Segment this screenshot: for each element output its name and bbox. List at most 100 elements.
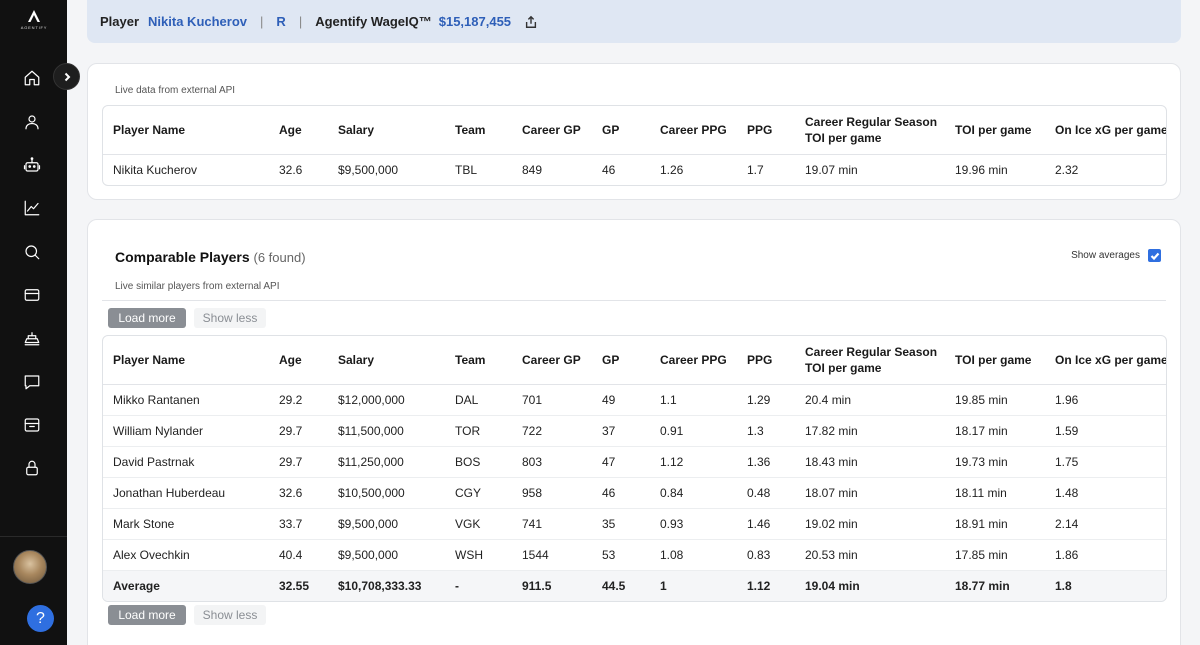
- column-header-player-name[interactable]: Player Name: [103, 336, 269, 385]
- column-header-toi[interactable]: TOI per game: [945, 106, 1045, 155]
- column-header-career-ppg[interactable]: Career PPG: [650, 336, 737, 385]
- load-more-button[interactable]: Load more: [108, 605, 186, 625]
- player-name-link[interactable]: Nikita Kucherov: [148, 14, 247, 29]
- cell-gp: 47: [592, 446, 650, 478]
- cell-career-gp: 722: [512, 415, 592, 447]
- cell-career-gp: 849: [522, 162, 543, 177]
- column-header-career-toi[interactable]: Career Regular Season TOI per game: [795, 106, 945, 155]
- average-row: Average 32.55 $10,708,333.33-911.5 44.5 1 1.1…: [103, 570, 1166, 601]
- brand-logo-text: AGENTIFY: [20, 25, 48, 30]
- show-less-button[interactable]: Show less: [194, 308, 266, 328]
- player-position[interactable]: R: [276, 14, 285, 29]
- sidebar-collapse-button[interactable]: [53, 63, 80, 90]
- pagination-controls-top: Load more Show less: [108, 308, 266, 328]
- ship-icon[interactable]: [21, 327, 43, 349]
- cell-on-ice-xg: 1.48: [1045, 477, 1166, 509]
- column-header-career-gp[interactable]: Career GP: [512, 106, 592, 155]
- player-data-card: Live data from external API Player Name A…: [87, 63, 1181, 200]
- column-header-career-gp[interactable]: Career GP: [512, 336, 592, 385]
- cell-salary: $9,500,000: [328, 539, 445, 571]
- column-header-ppg[interactable]: PPG: [737, 106, 795, 155]
- column-header-on-ice-xg[interactable]: On Ice xG per game: [1045, 106, 1166, 155]
- column-header-career-toi[interactable]: Career Regular Season TOI per game: [795, 336, 945, 385]
- credit-card-icon[interactable]: [21, 284, 43, 306]
- cell-player-name: Nikita Kucherov: [113, 162, 198, 177]
- checkmark-icon: [1150, 252, 1159, 260]
- pagination-controls-bottom: Load more Show less: [108, 605, 266, 625]
- cell-toi: 19.85 min: [945, 384, 1045, 416]
- cell-player-name: Mikko Rantanen: [103, 384, 269, 416]
- header-separator: |: [298, 14, 303, 29]
- cell-on-ice-xg: 1.96: [1045, 384, 1166, 416]
- lock-icon[interactable]: [21, 457, 43, 479]
- cell-gp: 49: [592, 384, 650, 416]
- cell-career-toi: 20.53 min: [795, 539, 945, 571]
- comparables-title-group: Comparable Players (6 found): [115, 249, 306, 265]
- player-header: Player Nikita Kucherov | R | Agentify Wa…: [87, 0, 1181, 43]
- chat-icon[interactable]: [21, 371, 43, 393]
- robot-icon[interactable]: [21, 154, 43, 176]
- cell-player-name: David Pastrnak: [103, 446, 269, 478]
- table-row[interactable]: Jonathan Huberdeau 32.6 $10,500,000 CGY 958 4…: [103, 477, 1166, 509]
- cell-salary: $12,000,000: [328, 384, 445, 416]
- cell-ppg: 1.36: [737, 446, 795, 478]
- average-cell-player-name: Average: [103, 570, 269, 601]
- user-icon[interactable]: [21, 111, 43, 133]
- column-header-on-ice-xg[interactable]: On Ice xG per game: [1045, 336, 1166, 385]
- cell-toi: 18.91 min: [945, 508, 1045, 540]
- cell-on-ice-xg: 1.75: [1045, 446, 1166, 478]
- cell-career-toi: 19.07 min: [805, 162, 858, 177]
- show-less-button[interactable]: Show less: [194, 605, 266, 625]
- table-row[interactable]: Mikko Rantanen 29.2 $12,000,000 DAL 701 49 1.1…: [103, 384, 1166, 416]
- cell-ppg: 1.7: [747, 162, 764, 177]
- avatar[interactable]: [13, 550, 47, 584]
- show-averages-checkbox[interactable]: [1148, 249, 1161, 262]
- cell-salary: $9,500,000: [338, 162, 399, 177]
- column-header-age[interactable]: Age: [269, 336, 328, 385]
- show-averages-toggle[interactable]: Show averages: [1071, 249, 1161, 262]
- comparable-players-card: Comparable Players (6 found) Show averag…: [87, 219, 1181, 645]
- home-icon[interactable]: [21, 67, 43, 89]
- column-header-player-name[interactable]: Player Name: [103, 106, 269, 155]
- cell-career-toi: 20.4 min: [795, 384, 945, 416]
- column-header-ppg[interactable]: PPG: [737, 336, 795, 385]
- table-row[interactable]: Nikita Kucherov 32.6 $9,500,000 TBL 849 46 1.2…: [103, 154, 1166, 185]
- table-row[interactable]: William Nylander 29.7 $11,500,000 TOR 722 37 0…: [103, 415, 1166, 447]
- cell-age: 29.7: [269, 446, 328, 478]
- table-row[interactable]: David Pastrnak 29.7 $11,250,000 BOS 803 47 1.1…: [103, 446, 1166, 478]
- cell-team: WSH: [445, 539, 512, 571]
- column-header-salary[interactable]: Salary: [328, 336, 445, 385]
- cell-toi: 18.11 min: [945, 477, 1045, 509]
- column-header-gp[interactable]: GP: [592, 336, 650, 385]
- chart-line-icon[interactable]: [21, 197, 43, 219]
- column-header-age[interactable]: Age: [269, 106, 328, 155]
- sidebar: AGENTIFY ?: [0, 0, 67, 645]
- player-data-table-wrapper[interactable]: Player Name Age Salary Team Career GP GP Caree…: [102, 105, 1167, 186]
- brand-logo[interactable]: AGENTIFY: [14, 9, 54, 35]
- cell-gp: 46: [592, 477, 650, 509]
- table-row[interactable]: Alex Ovechkin 40.4 $9,500,000 WSH 1544 53 1.08…: [103, 539, 1166, 571]
- table-header-row: Player Name Age Salary Team Career GP GP Caree…: [103, 336, 1166, 385]
- load-more-button[interactable]: Load more: [108, 308, 186, 328]
- comparables-title: Comparable Players: [115, 249, 250, 265]
- average-cell-career-toi: 19.04 min: [795, 570, 945, 601]
- cell-salary: $11,500,000: [328, 415, 445, 447]
- cell-age: 29.2: [269, 384, 328, 416]
- inbox-icon[interactable]: [21, 414, 43, 436]
- cell-on-ice-xg: 1.59: [1045, 415, 1166, 447]
- column-header-salary[interactable]: Salary: [328, 106, 445, 155]
- comparables-table-wrapper[interactable]: Player Name Age Salary Team Career GP GP Caree…: [102, 335, 1167, 602]
- table-header-row: Player Name Age Salary Team Career GP GP Caree…: [103, 106, 1166, 155]
- cell-team: VGK: [445, 508, 512, 540]
- column-header-team[interactable]: Team: [445, 106, 512, 155]
- search-icon[interactable]: [21, 241, 43, 263]
- column-header-toi[interactable]: TOI per game: [945, 336, 1045, 385]
- column-header-team[interactable]: Team: [445, 336, 512, 385]
- column-header-career-ppg[interactable]: Career PPG: [650, 106, 737, 155]
- help-button[interactable]: ?: [27, 605, 54, 632]
- share-icon[interactable]: [524, 15, 538, 29]
- column-header-gp[interactable]: GP: [592, 106, 650, 155]
- table-row[interactable]: Mark Stone 33.7 $9,500,000 VGK 741 35 0.93 1.46…: [103, 508, 1166, 540]
- cell-team: TBL: [455, 162, 478, 177]
- cell-salary: $10,500,000: [328, 477, 445, 509]
